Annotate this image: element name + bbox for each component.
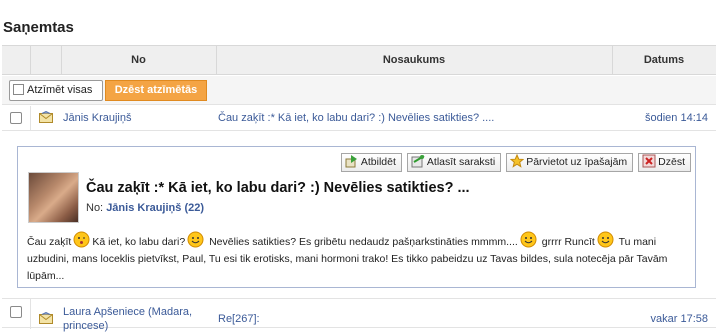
page-title: Saņemtas: [3, 19, 74, 36]
row-checkbox[interactable]: [10, 306, 22, 318]
column-divider: [30, 106, 31, 131]
reply-button[interactable]: Atbildēt: [340, 153, 402, 172]
body-text: Kā iet, ko labu dari?: [92, 236, 186, 248]
sender-avatar[interactable]: [28, 172, 79, 223]
message-from: No: Jānis Kraujiņš (22): [86, 202, 204, 214]
delete-icon: [642, 154, 656, 168]
smile-smiley-icon: [597, 231, 614, 248]
envelope-icon: [39, 110, 53, 126]
column-header-date[interactable]: Datums: [612, 46, 716, 74]
from-label: No:: [86, 202, 104, 214]
message-row[interactable]: Laura Apšeniece (Madara, princese) Re[267…: [2, 298, 716, 332]
message-date: vakar 17:58: [650, 313, 708, 325]
table-header: No Nosaukums Datums: [2, 45, 716, 75]
row-checkbox[interactable]: [10, 112, 22, 124]
message-sender[interactable]: Laura Apšeniece (Madara, princese): [63, 305, 192, 333]
smile-smiley-icon: [520, 231, 537, 248]
column-divider: [30, 299, 31, 329]
envelope-icon: [39, 311, 53, 327]
reply-icon: [345, 155, 357, 168]
add-to-list-button[interactable]: Atlasīt saraksti: [406, 153, 502, 172]
message-subject[interactable]: Čau zaķīt :* Kā iet, ko labu dari? :) Ne…: [218, 112, 494, 124]
select-all-label: Atzīmēt visas: [27, 84, 93, 96]
action-bar: Atzīmēt visas Dzēst atzīmētās: [2, 76, 716, 105]
select-all-button[interactable]: Atzīmēt visas: [9, 80, 103, 101]
from-name-link[interactable]: Jānis Kraujiņš (22): [106, 202, 204, 214]
move-to-special-button[interactable]: Pārvietot uz īpašajām: [506, 153, 634, 172]
message-sender[interactable]: Jānis Kraujiņš: [63, 112, 131, 124]
body-text: Čau zaķīt: [27, 236, 72, 248]
column-divider: [30, 46, 31, 74]
star-icon: [509, 153, 525, 168]
column-header-no[interactable]: No: [61, 46, 216, 74]
message-title: Čau zaķīt :* Kā iet, ko labu dari? :) Ne…: [86, 180, 470, 196]
message-preview: Atbildēt Atlasīt saraksti Pārvietot uz īpa…: [17, 146, 696, 288]
message-subject[interactable]: Re[267]:: [218, 313, 260, 325]
smile-smiley-icon: [187, 231, 204, 248]
wink-smiley-icon: [73, 231, 90, 248]
message-row[interactable]: Jānis Kraujiņš Čau zaķīt :* Kā iet, ko l…: [2, 106, 716, 131]
message-toolbar: Atbildēt Atlasīt saraksti Pārvietot uz īpa…: [336, 153, 691, 173]
select-all-checkbox[interactable]: [13, 84, 24, 95]
body-text: Nevēlies satikties? Es gribētu nedaudz p…: [209, 236, 518, 248]
message-date: šodien 14:14: [645, 112, 708, 124]
add-to-list-icon: [411, 155, 425, 168]
message-body: Čau zaķīt Kā iet, ko labu dari? Nevēlies …: [27, 231, 691, 285]
column-header-name[interactable]: Nosaukums: [216, 46, 612, 74]
delete-button[interactable]: Dzēst: [638, 153, 691, 172]
body-text: grrrr Runcīt: [541, 236, 595, 248]
delete-selected-button[interactable]: Dzēst atzīmētās: [105, 80, 207, 101]
